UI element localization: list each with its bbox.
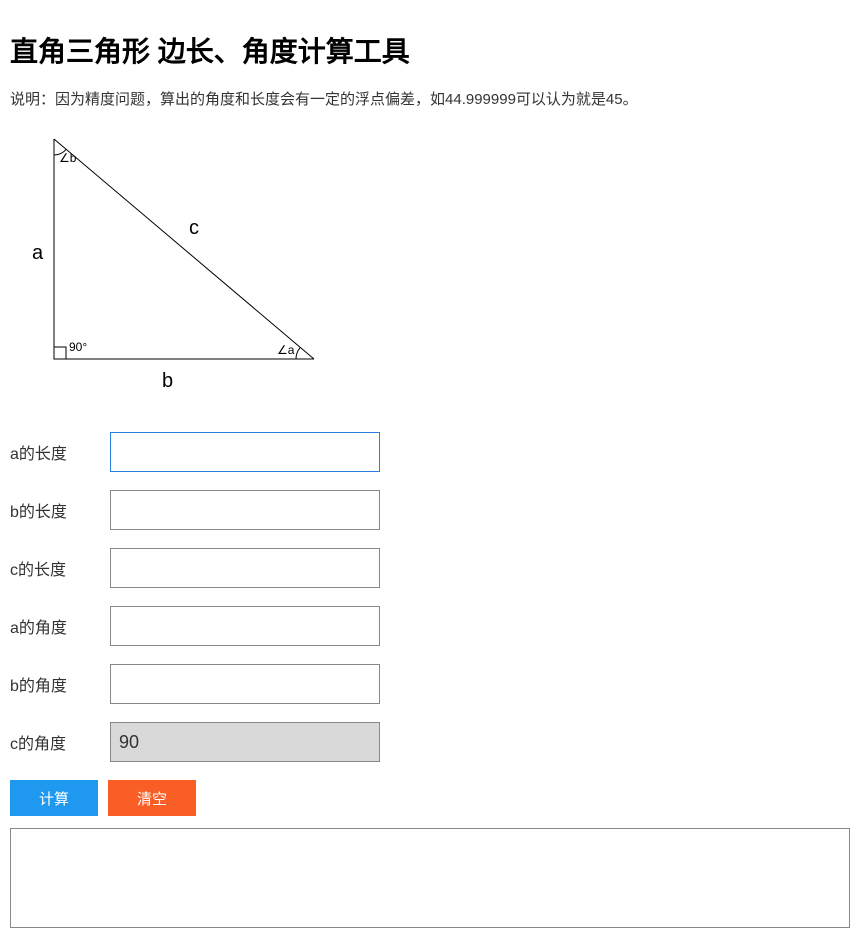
diagram-angle-90: 90° <box>69 340 87 354</box>
input-a-angle[interactable] <box>110 606 380 646</box>
input-b-angle[interactable] <box>110 664 380 704</box>
description-text: 说明：因为精度问题，算出的角度和长度会有一定的浮点偏差，如44.999999可以… <box>10 88 842 109</box>
input-c-angle <box>110 722 380 762</box>
label-a-angle: a的角度 <box>10 614 110 638</box>
label-c-length: c的长度 <box>10 556 110 580</box>
label-b-angle: b的角度 <box>10 672 110 696</box>
diagram-angle-b: ∠b <box>59 151 77 165</box>
calculate-button[interactable]: 计算 <box>10 780 98 816</box>
diagram-angle-a: ∠a <box>277 343 295 357</box>
diagram-label-a: a <box>32 242 44 264</box>
triangle-diagram: a b c ∠b ∠a 90° <box>14 129 842 414</box>
label-b-length: b的长度 <box>10 498 110 522</box>
diagram-label-b: b <box>162 370 173 392</box>
label-a-length: a的长度 <box>10 440 110 464</box>
output-textarea[interactable] <box>10 828 850 928</box>
input-c-length[interactable] <box>110 548 380 588</box>
clear-button[interactable]: 清空 <box>108 780 196 816</box>
diagram-label-c: c <box>189 217 199 239</box>
page-title: 直角三角形 边长、角度计算工具 <box>10 30 842 70</box>
label-c-angle: c的角度 <box>10 730 110 754</box>
input-b-length[interactable] <box>110 490 380 530</box>
input-a-length[interactable] <box>110 432 380 472</box>
